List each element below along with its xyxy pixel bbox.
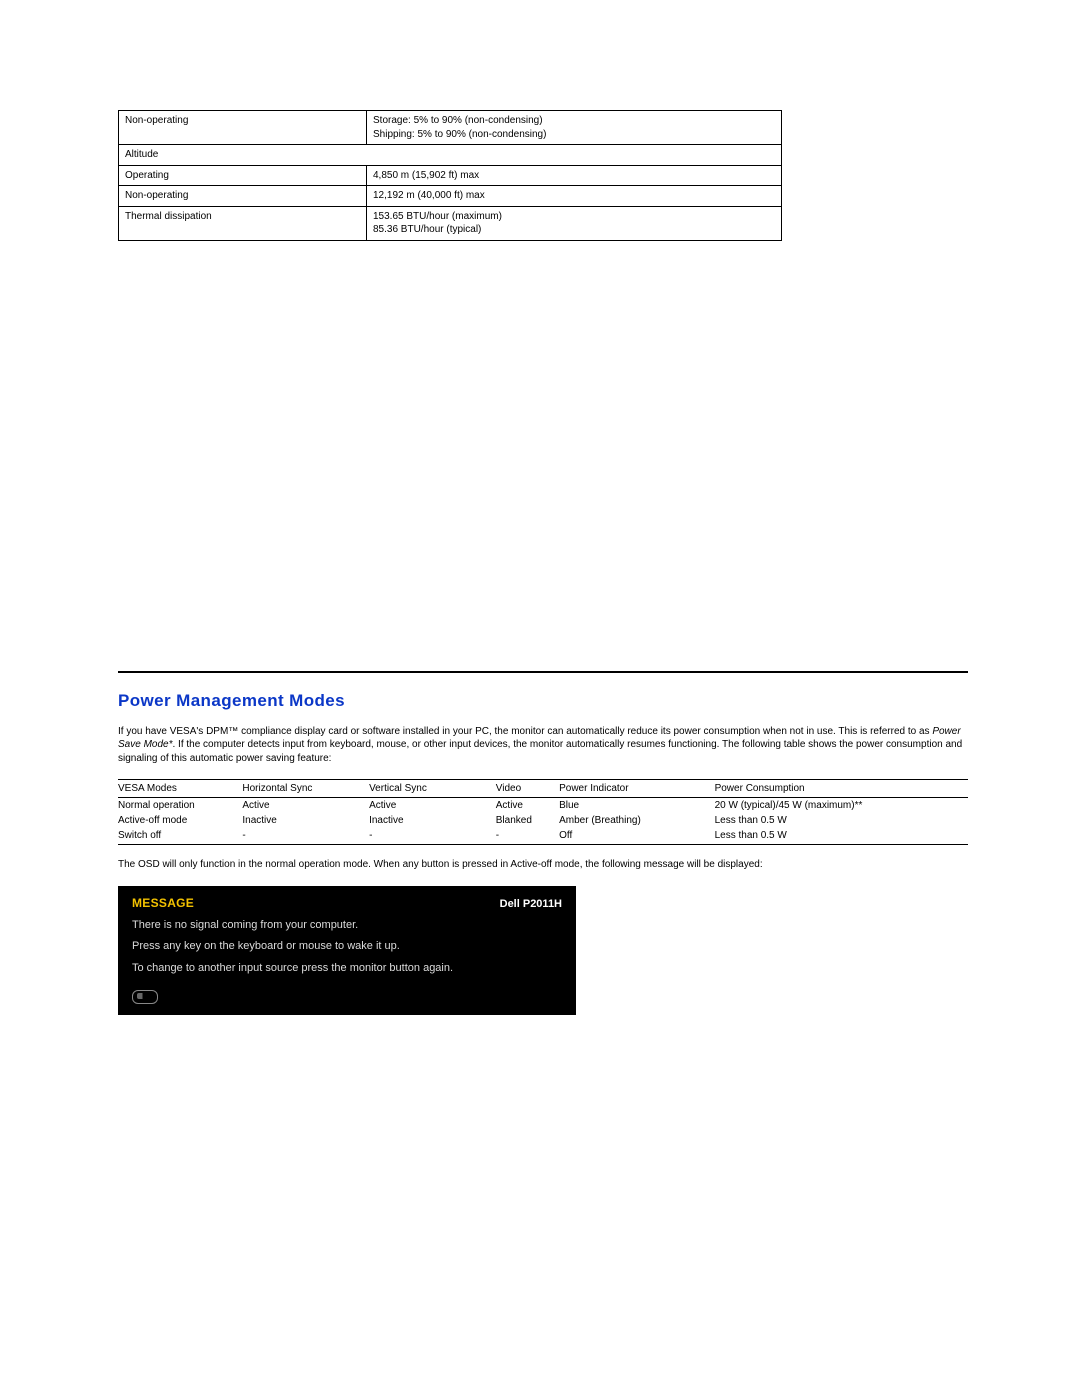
spec-value: 4,850 m (15,902 ft) max: [367, 165, 782, 186]
cell: Off: [559, 828, 714, 845]
spec-value: Storage: 5% to 90% (non-condensing)Shipp…: [367, 111, 782, 145]
spec-value: 12,192 m (40,000 ft) max: [367, 186, 782, 207]
col-header: VESA Modes: [118, 780, 242, 798]
cell: Less than 0.5 W: [715, 813, 968, 828]
cell: 20 W (typical)/45 W (maximum)**: [715, 798, 968, 814]
spec-label: Thermal dissipation: [119, 206, 367, 240]
table-row: Non-operating 12,192 m (40,000 ft) max: [119, 186, 782, 207]
osd-header: MESSAGE Dell P2011H: [132, 896, 562, 910]
table-row: Normal operation Active Active Active Bl…: [118, 798, 968, 814]
intro-text: If you have VESA's DPM™ compliance displ…: [118, 726, 932, 737]
document-page: Non-operating Storage: 5% to 90% (non-co…: [0, 0, 870, 1055]
spec-value: 153.65 BTU/hour (maximum)85.36 BTU/hour …: [367, 206, 782, 240]
cell: Less than 0.5 W: [715, 828, 968, 845]
cell: Switch off: [118, 828, 242, 845]
col-header: Power Indicator: [559, 780, 714, 798]
section-heading: Power Management Modes: [118, 691, 870, 711]
spec-label: Non-operating: [119, 111, 367, 145]
spec-section-header: Altitude: [119, 145, 782, 166]
table-row: Switch off - - - Off Less than 0.5 W: [118, 828, 968, 845]
osd-button-icon: [132, 990, 158, 1004]
osd-line: There is no signal coming from your comp…: [132, 918, 562, 933]
section-intro: If you have VESA's DPM™ compliance displ…: [118, 725, 968, 766]
col-header: Horizontal Sync: [242, 780, 369, 798]
table-row: Operating 4,850 m (15,902 ft) max: [119, 165, 782, 186]
osd-line: Press any key on the keyboard or mouse t…: [132, 939, 562, 954]
table-header-row: VESA Modes Horizontal Sync Vertical Sync…: [118, 780, 968, 798]
osd-note: The OSD will only function in the normal…: [118, 859, 968, 870]
cell: Amber (Breathing): [559, 813, 714, 828]
spec-label: Operating: [119, 165, 367, 186]
osd-message-box: MESSAGE Dell P2011H There is no signal c…: [118, 886, 576, 1015]
cell: -: [242, 828, 369, 845]
col-header: Power Consumption: [715, 780, 968, 798]
cell: Blanked: [496, 813, 559, 828]
cell: -: [369, 828, 496, 845]
table-row: Active-off mode Inactive Inactive Blanke…: [118, 813, 968, 828]
table-row: Thermal dissipation 153.65 BTU/hour (max…: [119, 206, 782, 240]
table-row: Altitude: [119, 145, 782, 166]
cell: Inactive: [369, 813, 496, 828]
cell: Inactive: [242, 813, 369, 828]
intro-text: . If the computer detects input from key…: [118, 739, 962, 764]
cell: Normal operation: [118, 798, 242, 814]
cell: -: [496, 828, 559, 845]
osd-line: To change to another input source press …: [132, 961, 562, 976]
col-header: Video: [496, 780, 559, 798]
section-divider: [118, 671, 968, 673]
table-row: Non-operating Storage: 5% to 90% (non-co…: [119, 111, 782, 145]
osd-message-label: MESSAGE: [132, 896, 194, 910]
cell: Active: [496, 798, 559, 814]
cell: Active: [369, 798, 496, 814]
col-header: Vertical Sync: [369, 780, 496, 798]
osd-model-name: Dell P2011H: [500, 898, 562, 910]
spec-label: Non-operating: [119, 186, 367, 207]
cell: Active-off mode: [118, 813, 242, 828]
cell: Blue: [559, 798, 714, 814]
environmental-spec-table: Non-operating Storage: 5% to 90% (non-co…: [118, 110, 782, 241]
cell: Active: [242, 798, 369, 814]
blank-region: [118, 241, 870, 671]
power-modes-table: VESA Modes Horizontal Sync Vertical Sync…: [118, 779, 968, 845]
